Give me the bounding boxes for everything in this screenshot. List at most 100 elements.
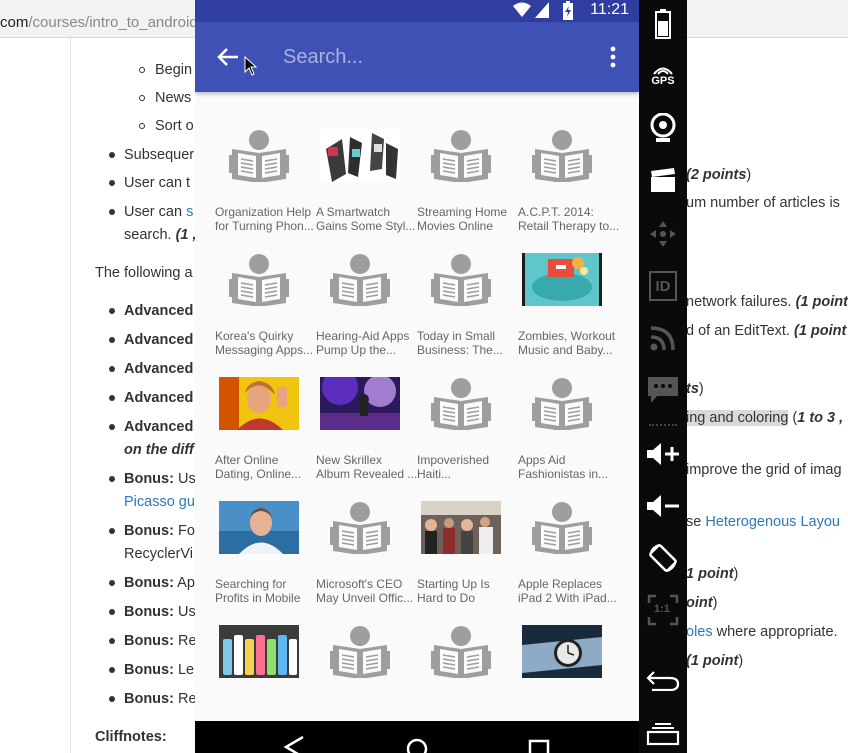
doc-sub-bullet	[139, 95, 145, 101]
article-thumbnail	[522, 625, 602, 678]
article-tile[interactable]: New Skrillex Album Revealed ...	[313, 370, 417, 494]
article-thumbnail	[522, 377, 602, 430]
doc-line-right: oint)	[686, 595, 718, 611]
article-title: Impoverished Haiti...	[417, 453, 490, 481]
sms-button[interactable]	[639, 370, 687, 410]
doc-line: Bonus: Fo	[124, 523, 195, 539]
battery-charging-icon	[563, 1, 573, 20]
volume-up-icon	[647, 443, 679, 465]
doc-bullet	[109, 180, 115, 186]
doc-line: Advanced	[124, 419, 194, 435]
cell-signal-icon	[535, 2, 549, 18]
search-input[interactable]	[283, 42, 583, 72]
article-thumbnail	[219, 253, 299, 306]
emulator-sidebar: GPS ID 1:1	[639, 0, 687, 753]
doc-line: Bonus: Us	[124, 604, 196, 620]
doc-bullet	[109, 667, 115, 673]
article-tile[interactable]: Impoverished Haiti...	[414, 370, 515, 494]
article-tile[interactable]: A.C.P.T. 2014: Retail Therapy to...	[515, 122, 619, 246]
device-id-button[interactable]: ID	[639, 266, 687, 306]
doc-sub-bullet	[139, 123, 145, 129]
emulator-phone-screen: 11:21 Organization Helpfor Turning Phon.…	[195, 0, 639, 753]
battery-button[interactable]	[639, 4, 687, 44]
article-tile[interactable]: Starting Up Is Hard to Do	[414, 494, 515, 618]
woman-photo	[219, 377, 299, 430]
news-placeholder-icon	[330, 625, 390, 678]
article-tile[interactable]: A Smartwatch Gains Some Styl...	[313, 122, 415, 246]
doc-line-right: se Heterogenous Layou	[686, 514, 840, 530]
doc-bullet	[109, 366, 115, 372]
news-placeholder-icon	[229, 129, 289, 182]
doc-line: Bonus: Re	[124, 691, 197, 707]
dpad-button[interactable]	[639, 214, 687, 254]
overflow-menu-button[interactable]	[601, 42, 625, 72]
back-button[interactable]	[213, 42, 243, 72]
webcam-icon	[650, 113, 676, 142]
doc-bullet	[109, 609, 115, 615]
article-tile[interactable]: Searching for Profits in Mobile	[212, 494, 313, 618]
scale-icon: 1:1	[647, 594, 679, 626]
article-tile[interactable]: Organization Help for Turning Phon...	[212, 122, 314, 246]
article-title: Apps Aid Fashionistas in...	[518, 453, 609, 481]
doc-line: User can t	[124, 175, 191, 191]
article-tile[interactable]: Apple Replaces iPad 2 With iPad...	[515, 494, 617, 618]
article-thumbnail	[421, 253, 501, 306]
doc-bullet	[109, 476, 115, 482]
doc-line-right: improve the grid of imag	[686, 462, 842, 478]
volume-down-icon	[647, 495, 679, 517]
screen-rotation-icon	[649, 544, 677, 572]
status-time: 11:21	[590, 1, 629, 18]
nav-recents-icon[interactable]	[528, 735, 550, 753]
article-tile[interactable]: Hearing-Aid Apps Pump Up the...	[313, 246, 414, 370]
camera-button[interactable]	[639, 108, 687, 148]
doc-line-right: ing and coloring (1 to 3 ,	[686, 410, 844, 426]
doc-bullet	[109, 308, 115, 314]
nav-home-icon[interactable]	[405, 735, 429, 753]
article-thumbnail	[219, 625, 299, 678]
article-tile[interactable]: Korea's Quirky Messaging Apps...	[212, 246, 313, 370]
doc-line: Bonus: Ap	[124, 575, 195, 591]
article-thumbnail	[421, 501, 501, 554]
doc-line: User can s	[124, 204, 194, 220]
wifi-icon	[513, 2, 531, 17]
article-thumbnail	[522, 501, 602, 554]
overview-key-button[interactable]	[639, 712, 687, 752]
nav-back-icon[interactable]	[283, 735, 305, 753]
article-tile[interactable]: Apps Aid Fashionistas in...	[515, 370, 616, 494]
article-tile[interactable]: Streaming Home Movies Online	[414, 122, 515, 246]
watch-wrist-photo	[522, 625, 602, 678]
article-title: Organization Help for Turning Phon...	[215, 205, 314, 233]
search-toolbar	[195, 22, 639, 92]
network-button[interactable]	[639, 318, 687, 358]
article-title: Zombies, Workout Music and Baby...	[518, 329, 616, 357]
doc-line: Advanced	[124, 303, 194, 319]
news-placeholder-icon	[431, 129, 491, 182]
doc-line: Advanced	[124, 390, 194, 406]
rotate-button[interactable]	[639, 538, 687, 578]
doc-line-right: ts)	[686, 381, 704, 397]
doc-line: News	[155, 90, 192, 106]
doc-line: Picasso gu	[124, 494, 195, 510]
arrow-back-icon	[217, 48, 238, 66]
screen-record-button[interactable]	[639, 160, 687, 200]
smartwatch-photo	[320, 129, 400, 182]
article-tile[interactable]: Today in Small Business: The...	[414, 246, 515, 370]
id-card-icon: ID	[649, 271, 677, 301]
doc-line: Subsequer	[124, 147, 195, 163]
article-title: Korea's Quirky Messaging Apps...	[215, 329, 314, 357]
volume-down-button[interactable]	[639, 486, 687, 526]
back-key-button[interactable]	[639, 660, 687, 700]
article-tile[interactable]: Microsoft's CEO May Unveil Offic...	[313, 494, 414, 618]
doc-bullet	[109, 152, 115, 158]
scale-button[interactable]: 1:1	[639, 590, 687, 630]
doc-line-right: d of an EditText. (1 point	[686, 323, 847, 339]
news-placeholder-icon	[431, 253, 491, 306]
doc-line: Bonus: Us	[124, 471, 196, 487]
article-tile[interactable]: Zombies, Workout Music and Baby...	[515, 246, 616, 370]
article-tile[interactable]: After Online Dating, Online...	[212, 370, 313, 494]
status-bar: 11:21	[195, 0, 639, 22]
gps-button[interactable]: GPS	[639, 56, 687, 96]
gps-signal-icon	[653, 67, 673, 75]
volume-up-button[interactable]	[639, 434, 687, 474]
android-nav-bar	[195, 721, 639, 753]
